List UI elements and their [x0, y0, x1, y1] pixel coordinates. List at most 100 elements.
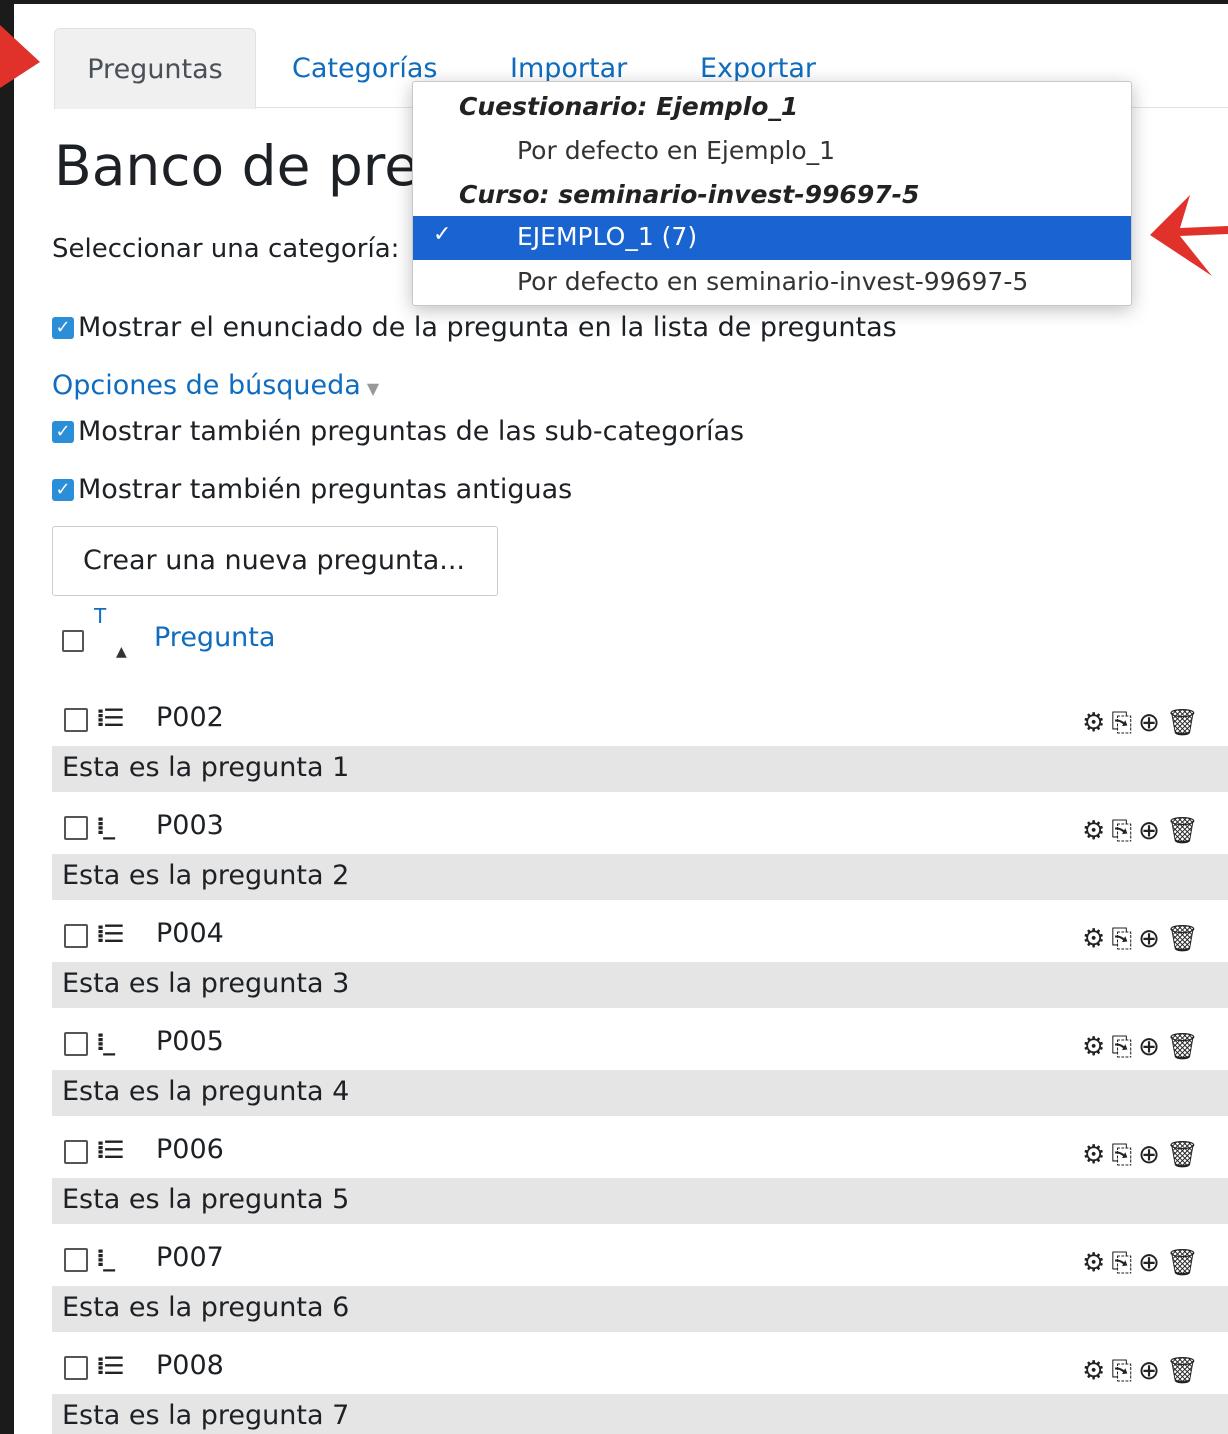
multichoice-icon: ⁞☰: [96, 1352, 125, 1380]
trash-icon[interactable]: 🗑: [1166, 1140, 1205, 1170]
preview-zoom-icon[interactable]: ⊕: [1138, 708, 1166, 738]
duplicate-icon[interactable]: ⎘: [1111, 924, 1138, 954]
show-subcategories-label: Mostrar también preguntas de las sub-cat…: [78, 416, 745, 447]
question-list: ⁞☰ P002 ⚙⎘⊕🗑 Esta es la pregunta 1 ⁞_ P0…: [52, 696, 1228, 1434]
trash-icon[interactable]: 🗑: [1166, 708, 1205, 738]
column-question-header[interactable]: Pregunta: [154, 622, 275, 653]
preview-zoom-icon[interactable]: ⊕: [1138, 1032, 1166, 1062]
dropdown-option[interactable]: Por defecto en seminario-invest-99697-5: [517, 267, 1028, 296]
row-checkbox[interactable]: [64, 816, 88, 840]
table-row: ⁞☰ P008 ⚙⎘⊕🗑: [52, 1344, 1228, 1394]
dropdown-option[interactable]: Por defecto en Ejemplo_1: [517, 136, 835, 165]
question-text: Esta es la pregunta 2: [52, 854, 1228, 900]
preview-zoom-icon[interactable]: ⊕: [1138, 1356, 1166, 1386]
row-checkbox[interactable]: [64, 708, 88, 732]
trash-icon[interactable]: 🗑: [1166, 1032, 1205, 1062]
question-text: Esta es la pregunta 3: [52, 962, 1228, 1008]
row-checkbox[interactable]: [64, 1140, 88, 1164]
preview-zoom-icon[interactable]: ⊕: [1138, 816, 1166, 846]
row-actions: ⚙⎘⊕🗑: [1082, 924, 1205, 955]
question-text: Esta es la pregunta 7: [52, 1394, 1228, 1434]
annotation-arrow-icon: [1150, 195, 1228, 276]
row-actions: ⚙⎘⊕🗑: [1082, 1032, 1205, 1063]
table-row: ⁞☰ P004 ⚙⎘⊕🗑: [52, 912, 1228, 962]
trash-icon[interactable]: 🗑: [1166, 816, 1205, 846]
question-text: Esta es la pregunta 5: [52, 1178, 1228, 1224]
truefalse-icon: ⁞_: [96, 812, 115, 840]
checkbox-show-old-questions[interactable]: ✓: [52, 478, 74, 501]
show-question-text-label: Mostrar el enunciado de la pregunta en l…: [78, 312, 897, 343]
duplicate-icon[interactable]: ⎘: [1111, 1032, 1138, 1062]
question-name: P003: [156, 810, 224, 841]
duplicate-icon[interactable]: ⎘: [1111, 1356, 1138, 1386]
show-subcategories-option[interactable]: ✓ Mostrar también preguntas de las sub-c…: [52, 416, 744, 447]
preview-zoom-icon[interactable]: ⊕: [1138, 1248, 1166, 1278]
row-checkbox[interactable]: [64, 1032, 88, 1056]
multichoice-icon: ⁞☰: [96, 1136, 125, 1164]
preview-zoom-icon[interactable]: ⊕: [1138, 1140, 1166, 1170]
trash-icon[interactable]: 🗑: [1166, 1356, 1205, 1386]
trash-icon[interactable]: 🗑: [1166, 1248, 1205, 1278]
chevron-down-icon: ▼: [366, 379, 380, 398]
gear-icon[interactable]: ⚙: [1082, 708, 1111, 738]
question-bank-page: Preguntas Categorías Importar Exportar B…: [14, 4, 1228, 1434]
duplicate-icon[interactable]: ⎘: [1111, 816, 1138, 846]
question-text: Esta es la pregunta 4: [52, 1070, 1228, 1116]
sort-type-link[interactable]: T: [94, 604, 106, 628]
row-checkbox[interactable]: [64, 1248, 88, 1272]
question-name: P004: [156, 918, 224, 949]
tab-preguntas[interactable]: Preguntas: [54, 28, 256, 109]
table-row: ⁞_ P005 ⚙⎘⊕🗑: [52, 1020, 1228, 1070]
show-old-questions-option[interactable]: ✓ Mostrar también preguntas antiguas: [52, 474, 572, 505]
dropdown-group-quiz: Cuestionario: Ejemplo_1: [459, 92, 799, 121]
question-text: Esta es la pregunta 1: [52, 746, 1228, 792]
selected-option-label: EJEMPLO_1 (7): [517, 222, 698, 251]
table-row: ⁞☰ P002 ⚙⎘⊕🗑: [52, 696, 1228, 746]
gear-icon[interactable]: ⚙: [1082, 1356, 1111, 1386]
row-actions: ⚙⎘⊕🗑: [1082, 1356, 1205, 1387]
question-name: P007: [156, 1242, 224, 1273]
table-row: ⁞☰ P006 ⚙⎘⊕🗑: [52, 1128, 1228, 1178]
annotation-arrow-icon: [0, 25, 40, 88]
table-header: T ▲ Pregunta: [62, 604, 362, 664]
sort-asc-icon[interactable]: ▲: [116, 644, 127, 660]
checkbox-show-question-text[interactable]: ✓: [52, 316, 74, 339]
row-checkbox[interactable]: [64, 1356, 88, 1380]
multichoice-icon: ⁞☰: [96, 704, 125, 732]
truefalse-icon: ⁞_: [96, 1028, 115, 1056]
show-old-questions-label: Mostrar también preguntas antiguas: [78, 474, 573, 505]
row-actions: ⚙⎘⊕🗑: [1082, 816, 1205, 847]
checkbox-show-subcategories[interactable]: ✓: [52, 420, 74, 443]
row-checkbox[interactable]: [64, 924, 88, 948]
select-category-label: Seleccionar una categoría:: [52, 234, 400, 264]
duplicate-icon[interactable]: ⎘: [1111, 1248, 1138, 1278]
dropdown-option-selected[interactable]: ✓ EJEMPLO_1 (7): [413, 216, 1131, 260]
table-row: ⁞_ P007 ⚙⎘⊕🗑: [52, 1236, 1228, 1286]
preview-zoom-icon[interactable]: ⊕: [1138, 924, 1166, 954]
page-title: Banco de pre: [54, 134, 419, 198]
search-options-label: Opciones de búsqueda: [52, 370, 361, 401]
question-name: P006: [156, 1134, 224, 1165]
table-row: ⁞_ P003 ⚙⎘⊕🗑: [52, 804, 1228, 854]
duplicate-icon[interactable]: ⎘: [1111, 1140, 1138, 1170]
category-dropdown-menu: Cuestionario: Ejemplo_1 Por defecto en E…: [412, 81, 1132, 306]
gear-icon[interactable]: ⚙: [1082, 816, 1111, 846]
gear-icon[interactable]: ⚙: [1082, 1032, 1111, 1062]
trash-icon[interactable]: 🗑: [1166, 924, 1205, 954]
duplicate-icon[interactable]: ⎘: [1111, 708, 1138, 738]
row-actions: ⚙⎘⊕🗑: [1082, 1140, 1205, 1171]
show-question-text-option[interactable]: ✓ Mostrar el enunciado de la pregunta en…: [52, 312, 897, 343]
multichoice-icon: ⁞☰: [96, 920, 125, 948]
search-options-toggle[interactable]: Opciones de búsqueda ▼: [52, 370, 379, 401]
question-text: Esta es la pregunta 6: [52, 1286, 1228, 1332]
gear-icon[interactable]: ⚙: [1082, 1248, 1111, 1278]
gear-icon[interactable]: ⚙: [1082, 924, 1111, 954]
gear-icon[interactable]: ⚙: [1082, 1140, 1111, 1170]
create-question-button[interactable]: Crear una nueva pregunta...: [52, 526, 498, 596]
truefalse-icon: ⁞_: [96, 1244, 115, 1272]
row-actions: ⚙⎘⊕🗑: [1082, 1248, 1205, 1279]
question-name: P008: [156, 1350, 224, 1381]
dropdown-group-course: Curso: seminario-invest-99697-5: [459, 180, 920, 209]
check-icon: ✓: [433, 222, 452, 247]
select-all-checkbox[interactable]: [62, 630, 84, 652]
